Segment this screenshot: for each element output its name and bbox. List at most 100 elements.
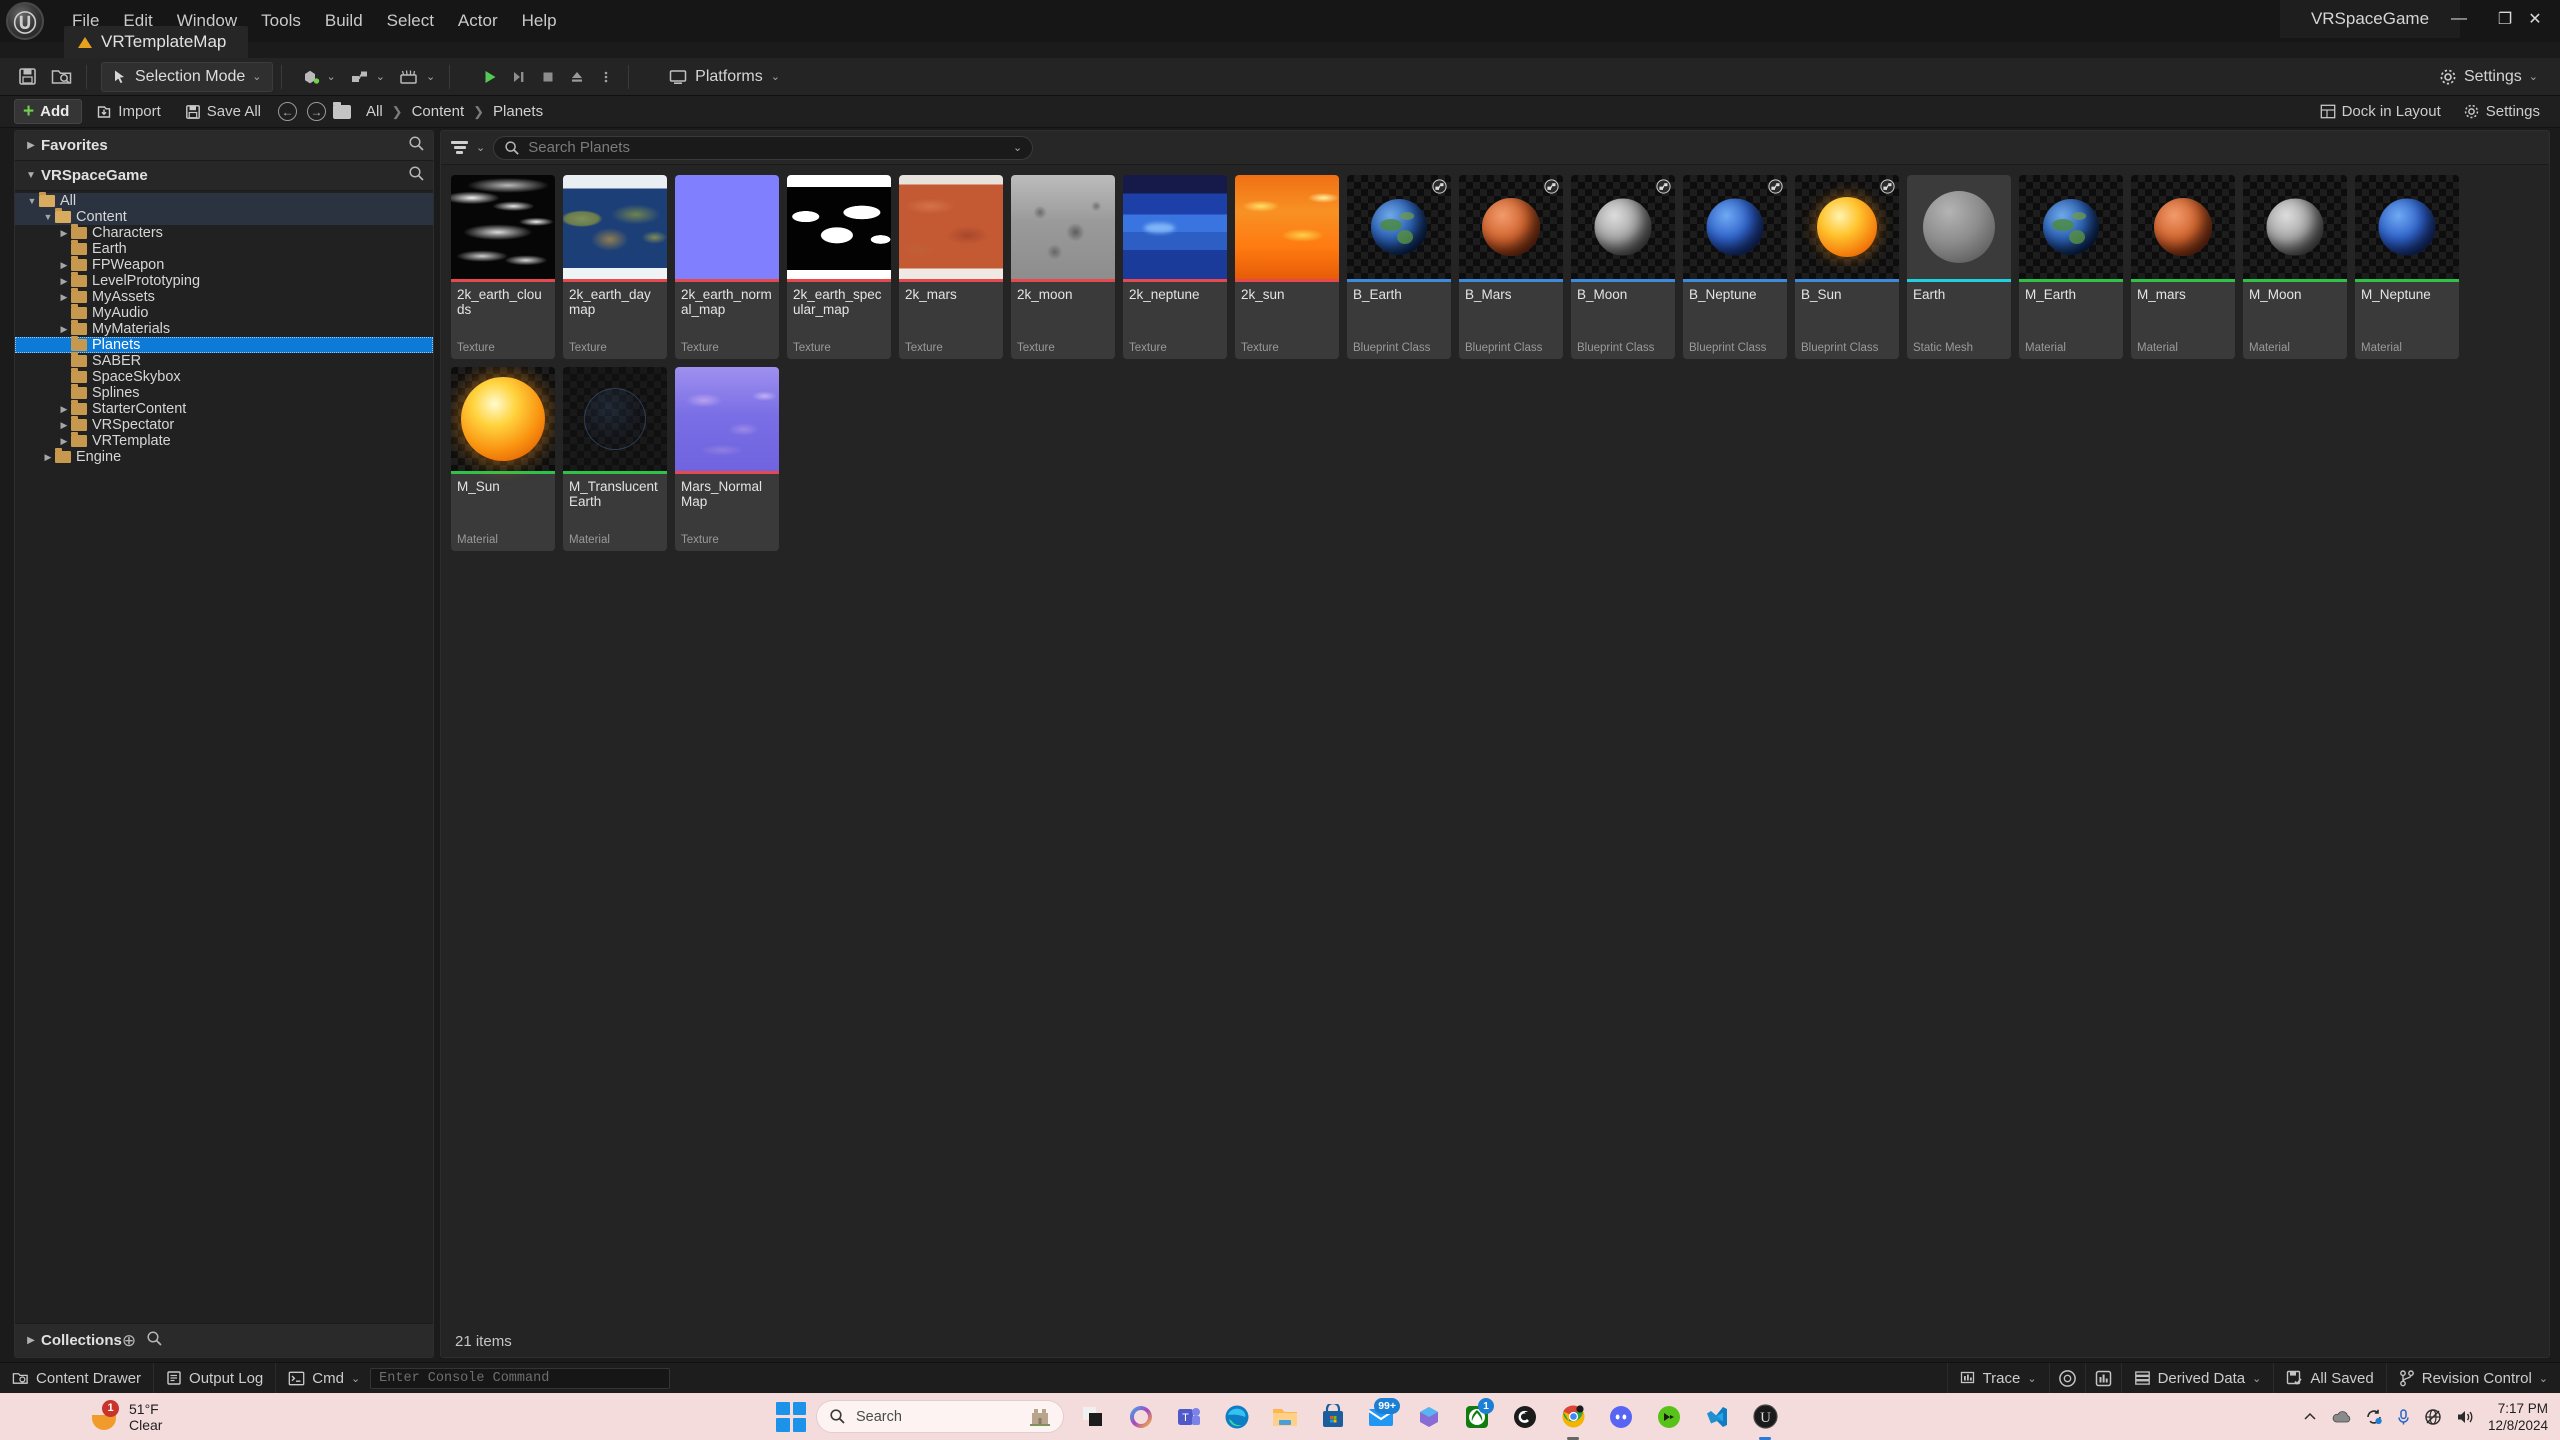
- tree-item-vrtemplate[interactable]: ▶ VRTemplate: [15, 432, 433, 449]
- asset-tile[interactable]: B_Moon Blueprint Class: [1571, 175, 1675, 359]
- favorites-section-header[interactable]: ▶ Favorites: [15, 131, 433, 161]
- asset-tile[interactable]: M_Moon Material: [2243, 175, 2347, 359]
- taskbar-clock[interactable]: 7:17 PM 12/8/2024: [2488, 1400, 2548, 1434]
- filter-icon[interactable]: [451, 141, 468, 154]
- browse-content-icon[interactable]: [44, 62, 78, 92]
- filter-chevron-down-icon[interactable]: ⌄: [476, 141, 485, 154]
- network-icon[interactable]: [2424, 1408, 2442, 1426]
- revision-control-dropdown[interactable]: Revision Control ⌄: [2385, 1362, 2560, 1394]
- asset-tile[interactable]: 2k_moon Texture: [1011, 175, 1115, 359]
- tree-item-earth[interactable]: Earth: [15, 240, 433, 257]
- windows-start-icon[interactable]: [776, 1401, 806, 1432]
- asset-tile[interactable]: Earth Static Mesh: [1907, 175, 2011, 359]
- asset-search-input[interactable]: [528, 139, 1005, 156]
- derived-data-dropdown[interactable]: Derived Data ⌄: [2120, 1362, 2274, 1394]
- tree-item-myaudio[interactable]: MyAudio: [15, 304, 433, 321]
- asset-tile[interactable]: 2k_earth_daymap Texture: [563, 175, 667, 359]
- add-button[interactable]: + Add: [14, 99, 83, 124]
- menu-actor[interactable]: Actor: [446, 7, 510, 35]
- breadcrumb-all[interactable]: All: [360, 100, 389, 123]
- tree-item-vrspectator[interactable]: ▶ VRSpectator: [15, 416, 433, 433]
- play-more-options-button[interactable]: [592, 62, 620, 92]
- tree-item-fpweapon[interactable]: ▶ FPWeapon: [15, 256, 433, 273]
- chevron-right-icon[interactable]: ▶: [57, 260, 71, 271]
- taskbar-app-nvidia-icon[interactable]: [1650, 1398, 1688, 1436]
- taskbar-app-discord-icon[interactable]: [1602, 1398, 1640, 1436]
- taskbar-app-chrome-icon[interactable]: [1554, 1398, 1592, 1440]
- breadcrumb-content[interactable]: Content: [406, 100, 471, 123]
- cinematics-dropdown[interactable]: ⌄: [393, 62, 441, 92]
- taskbar-app-edge-icon[interactable]: [1218, 1398, 1256, 1436]
- memory-stats-icon[interactable]: [2084, 1362, 2121, 1394]
- asset-tile[interactable]: 2k_sun Texture: [1235, 175, 1339, 359]
- search-options-chevron-icon[interactable]: ⌄: [1013, 141, 1022, 154]
- create-actor-dropdown[interactable]: ⌄: [296, 62, 342, 92]
- cmd-dropdown[interactable]: Cmd ⌄: [276, 1363, 364, 1394]
- console-command-input[interactable]: [379, 1370, 662, 1386]
- tray-overflow-icon[interactable]: [2303, 1410, 2317, 1424]
- asset-tile[interactable]: B_Neptune Blueprint Class: [1683, 175, 1787, 359]
- asset-tile[interactable]: M_Sun Material: [451, 367, 555, 551]
- navigate-forward-button[interactable]: →: [307, 102, 326, 121]
- asset-tile[interactable]: M_Earth Material: [2019, 175, 2123, 359]
- taskbar-app-microsoft-store-icon[interactable]: [1314, 1398, 1352, 1436]
- taskbar-app-file-explorer-dark-icon[interactable]: [1074, 1398, 1112, 1436]
- console-command-field[interactable]: [370, 1367, 671, 1389]
- taskbar-app-copilot-icon[interactable]: [1122, 1398, 1160, 1436]
- tree-item-planets[interactable]: Planets: [15, 336, 433, 353]
- eject-button[interactable]: [563, 62, 591, 92]
- platforms-dropdown[interactable]: Platforms ⌄: [659, 62, 790, 92]
- skip-button[interactable]: [505, 62, 533, 92]
- close-button[interactable]: ✕: [2512, 0, 2558, 38]
- asset-tile[interactable]: 2k_earth_clouds Texture: [451, 175, 555, 359]
- asset-tile[interactable]: 2k_earth_normal_map Texture: [675, 175, 779, 359]
- weather-widget[interactable]: 1 51°F Clear: [90, 1399, 162, 1433]
- save-icon[interactable]: [10, 62, 44, 92]
- tree-item-mymaterials[interactable]: ▶ MyMaterials: [15, 320, 433, 337]
- dock-in-layout-button[interactable]: Dock in Layout: [2310, 99, 2451, 124]
- asset-tile[interactable]: 2k_earth_specular_map Texture: [787, 175, 891, 359]
- search-icon[interactable]: [146, 1330, 163, 1352]
- toolbar-settings-dropdown[interactable]: Settings ⌄: [2431, 62, 2546, 92]
- onedrive-icon[interactable]: [2330, 1409, 2352, 1425]
- chevron-right-icon[interactable]: ▶: [57, 276, 71, 287]
- asset-tile[interactable]: B_Earth Blueprint Class: [1347, 175, 1451, 359]
- tree-item-startercontent[interactable]: ▶ StarterContent: [15, 400, 433, 417]
- trace-dropdown[interactable]: Trace ⌄: [1946, 1362, 2049, 1394]
- windows-update-icon[interactable]: [2365, 1408, 2383, 1426]
- chevron-right-icon[interactable]: ▶: [41, 452, 55, 463]
- collections-section-header[interactable]: ▶ Collections ⊕: [15, 1323, 433, 1357]
- tree-item-spaceskybox[interactable]: SpaceSkybox: [15, 368, 433, 385]
- asset-search-box[interactable]: ⌄: [493, 135, 1034, 160]
- tree-item-engine[interactable]: ▶ Engine: [15, 448, 433, 465]
- taskbar-app-xbox-icon[interactable]: 1: [1458, 1397, 1496, 1436]
- content-drawer-button[interactable]: Content Drawer: [0, 1362, 155, 1394]
- chevron-right-icon[interactable]: ▶: [57, 420, 71, 431]
- content-browser-settings-button[interactable]: Settings: [2453, 99, 2550, 124]
- tree-item-splines[interactable]: Splines: [15, 384, 433, 401]
- tree-item-levelprototyping[interactable]: ▶ LevelPrototyping: [15, 272, 433, 289]
- asset-tile[interactable]: M_Neptune Material: [2355, 175, 2459, 359]
- menu-select[interactable]: Select: [375, 7, 446, 35]
- import-button[interactable]: Import: [86, 99, 171, 124]
- blueprints-dropdown[interactable]: ⌄: [344, 62, 391, 92]
- asset-tile[interactable]: 2k_mars Texture: [899, 175, 1003, 359]
- unreal-engine-logo-icon[interactable]: Ⓤ: [6, 2, 44, 40]
- all-saved-button[interactable]: All Saved: [2273, 1362, 2385, 1394]
- chevron-right-icon[interactable]: ▶: [57, 404, 71, 415]
- tree-item-content[interactable]: ▼ Content: [15, 208, 433, 225]
- project-section-header[interactable]: ▼ VRSpaceGame: [15, 161, 433, 191]
- asset-tile[interactable]: Mars_NormalMap Texture: [675, 367, 779, 551]
- asset-tile[interactable]: M_mars Material: [2131, 175, 2235, 359]
- taskbar-app-office-icon[interactable]: [1410, 1398, 1448, 1436]
- taskbar-app-teams-icon[interactable]: T: [1170, 1398, 1208, 1436]
- menu-build[interactable]: Build: [313, 7, 375, 35]
- taskbar-app-unreal-engine-icon[interactable]: U: [1746, 1398, 1784, 1440]
- search-icon[interactable]: [408, 135, 425, 157]
- performance-meter-icon[interactable]: [2048, 1362, 2085, 1394]
- chevron-right-icon[interactable]: ▶: [57, 228, 71, 239]
- selection-mode-dropdown[interactable]: Selection Mode ⌄: [101, 61, 273, 92]
- play-button[interactable]: [476, 62, 504, 92]
- asset-tile[interactable]: B_Sun Blueprint Class: [1795, 175, 1899, 359]
- level-tab-vrtemplatemap[interactable]: VRTemplateMap: [64, 26, 249, 58]
